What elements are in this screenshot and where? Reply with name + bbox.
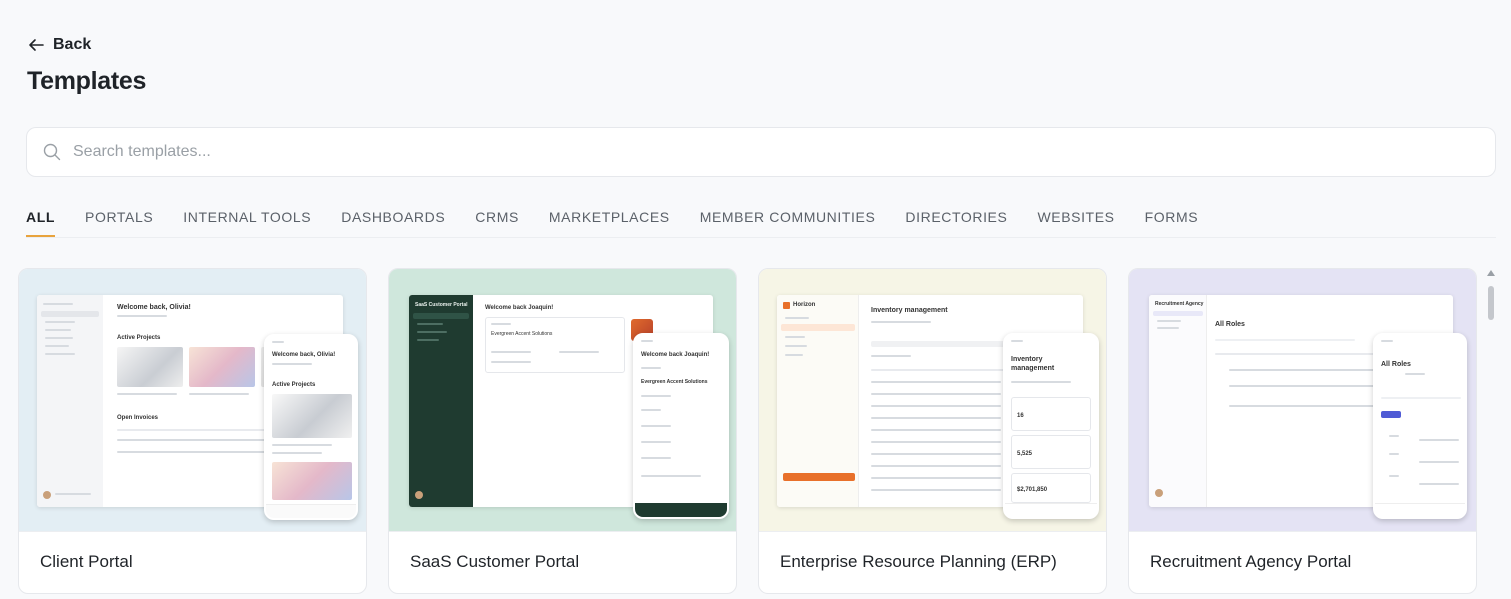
search-bar[interactable] <box>26 127 1496 177</box>
back-label: Back <box>53 36 92 53</box>
tab-marketplaces[interactable]: MARKETPLACES <box>549 206 670 237</box>
template-name: SaaS Customer Portal <box>410 552 580 571</box>
scrollbar[interactable] <box>1487 268 1495 599</box>
template-name: Client Portal <box>40 552 133 571</box>
scrollbar-thumb[interactable] <box>1488 286 1494 320</box>
template-preview: Horizon Inventory management Inventory m… <box>759 269 1106 531</box>
template-name: Recruitment Agency Portal <box>1150 552 1352 571</box>
template-preview: SaaS Customer Portal Welcome back Joaqui… <box>389 269 736 531</box>
arrow-left-icon <box>29 39 44 51</box>
scroll-up-icon[interactable] <box>1487 270 1495 276</box>
template-card-saas-customer-portal[interactable]: SaaS Customer Portal Welcome back Joaqui… <box>388 268 737 594</box>
tab-portals[interactable]: PORTALS <box>85 206 153 237</box>
tab-member-communities[interactable]: MEMBER COMMUNITIES <box>700 206 876 237</box>
tab-dashboards[interactable]: DASHBOARDS <box>341 206 445 237</box>
template-name: Enterprise Resource Planning (ERP) <box>780 552 1057 571</box>
tab-forms[interactable]: FORMS <box>1145 206 1199 237</box>
tab-websites[interactable]: WEBSITES <box>1037 206 1114 237</box>
tab-all[interactable]: ALL <box>26 206 56 237</box>
tab-crms[interactable]: CRMS <box>475 206 519 237</box>
search-icon <box>43 143 61 161</box>
page-title: Templates <box>27 67 147 95</box>
category-tabs: ALL PORTALS INTERNAL TOOLS DASHBOARDS CR… <box>26 206 1496 238</box>
back-button[interactable]: Back <box>27 36 91 54</box>
template-card-erp[interactable]: Horizon Inventory management Inventory m… <box>758 268 1107 594</box>
tab-directories[interactable]: DIRECTORIES <box>905 206 1007 237</box>
tab-internal-tools[interactable]: INTERNAL TOOLS <box>183 206 311 237</box>
template-card-recruitment-agency-portal[interactable]: Recruitment Agency All Roles All Roles R… <box>1128 268 1477 594</box>
search-input[interactable] <box>73 143 1373 161</box>
template-preview: Welcome back, Olivia! Active Projects Op… <box>19 269 366 531</box>
template-preview: Recruitment Agency All Roles All Roles <box>1129 269 1476 531</box>
template-card-client-portal[interactable]: Welcome back, Olivia! Active Projects Op… <box>18 268 367 594</box>
